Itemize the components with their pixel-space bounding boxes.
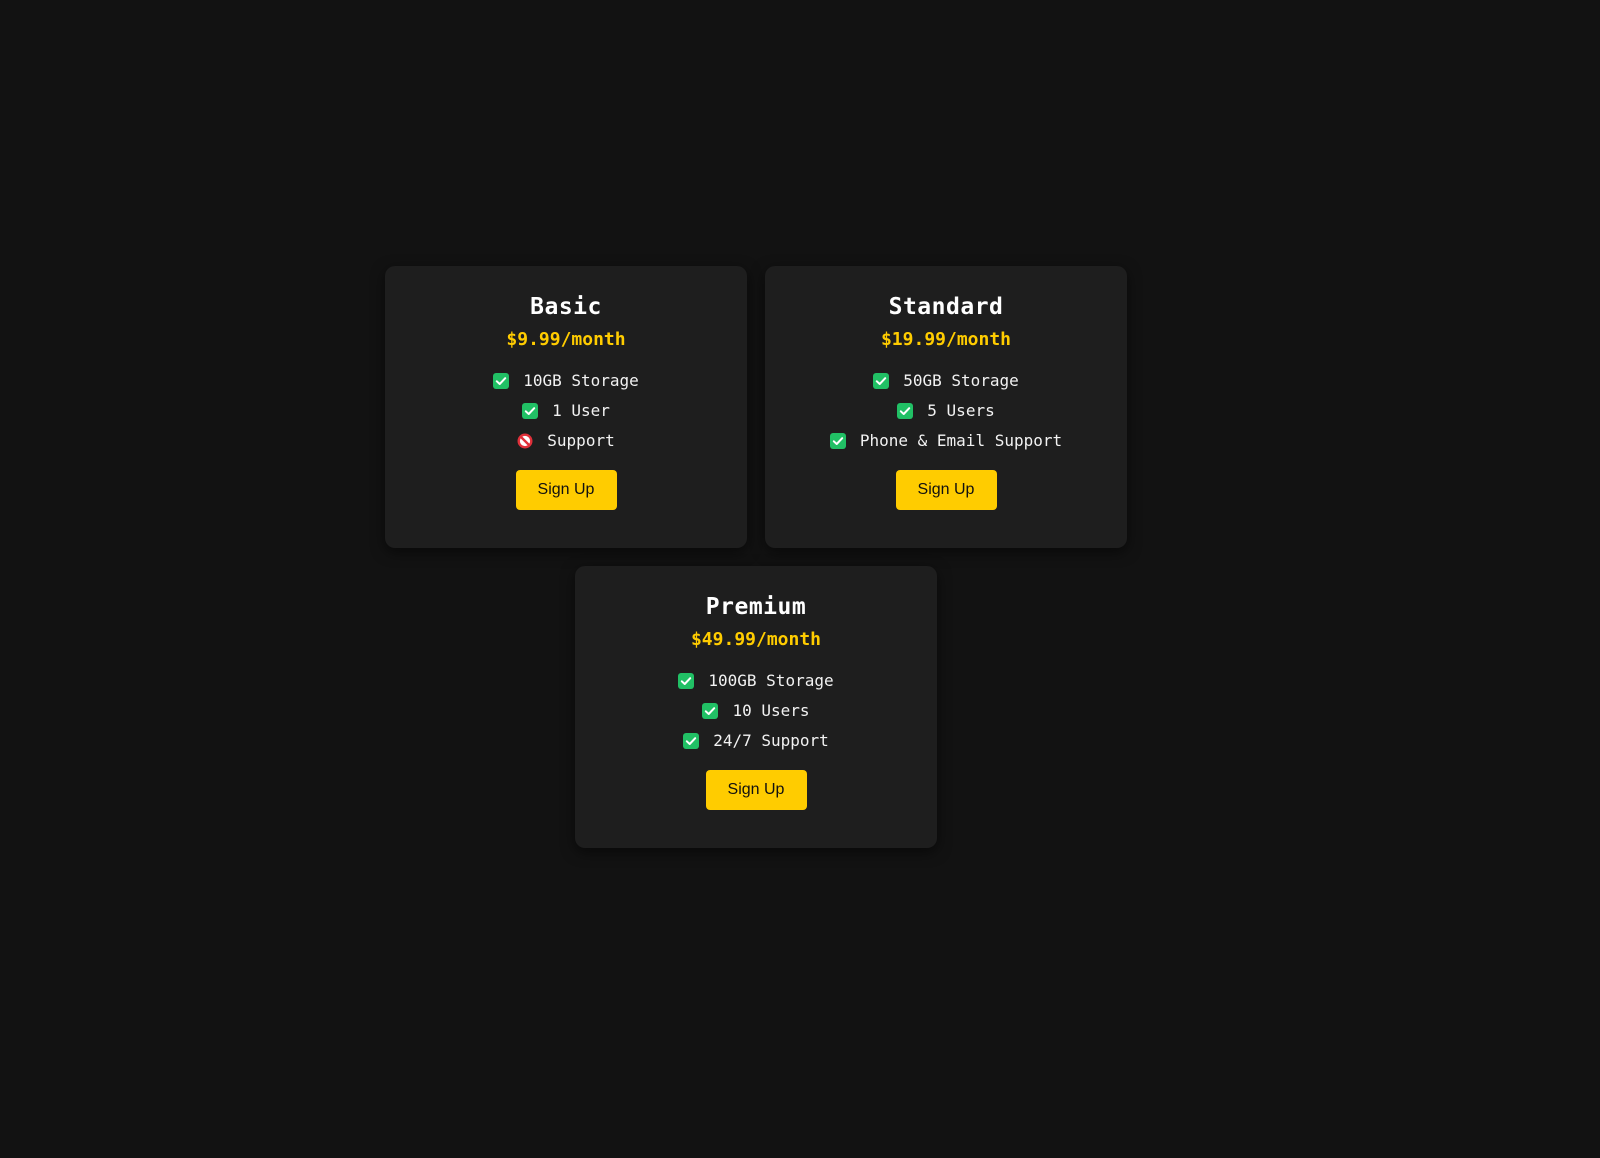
feature-item: 50GB Storage bbox=[765, 366, 1127, 396]
check-icon bbox=[873, 373, 890, 389]
plan-price: $9.99/month bbox=[506, 329, 626, 350]
feature-text: 50GB Storage bbox=[903, 371, 1019, 390]
plan-card-basic: Basic $9.99/month 10GB Storage 1 User Su… bbox=[385, 266, 747, 548]
feature-text: Support bbox=[547, 431, 615, 450]
feature-list: 50GB Storage 5 Users Phone & Email Suppo… bbox=[765, 366, 1127, 456]
feature-item: 10 Users bbox=[575, 696, 937, 726]
feature-item: 10GB Storage bbox=[385, 366, 747, 396]
plan-price: $19.99/month bbox=[880, 329, 1012, 350]
pricing-plans: Basic $9.99/month 10GB Storage 1 User Su… bbox=[385, 266, 1127, 848]
feature-list: 10GB Storage 1 User Support bbox=[385, 366, 747, 456]
feature-list: 100GB Storage 10 Users 24/7 Support bbox=[575, 666, 937, 756]
feature-text: 5 Users bbox=[927, 401, 995, 420]
plan-title: Basic bbox=[530, 294, 602, 320]
plan-title: Premium bbox=[705, 594, 807, 620]
feature-item: Phone & Email Support bbox=[765, 426, 1127, 456]
feature-text: 10GB Storage bbox=[523, 371, 639, 390]
check-icon bbox=[522, 403, 539, 419]
feature-text: 10 Users bbox=[732, 701, 810, 720]
check-icon bbox=[829, 433, 846, 449]
plan-card-premium: Premium $49.99/month 100GB Storage 10 Us… bbox=[575, 566, 937, 848]
plan-card-standard: Standard $19.99/month 50GB Storage 5 Use… bbox=[765, 266, 1127, 548]
check-icon bbox=[897, 403, 914, 419]
sign-up-button[interactable]: Sign Up bbox=[705, 770, 807, 810]
feature-text: Phone & Email Support bbox=[859, 431, 1063, 450]
feature-text: 100GB Storage bbox=[708, 671, 834, 690]
check-icon bbox=[493, 373, 510, 389]
check-icon bbox=[678, 673, 695, 689]
feature-item: Support bbox=[385, 426, 747, 456]
plan-title: Standard bbox=[888, 294, 1004, 320]
feature-text: 1 User bbox=[552, 401, 610, 420]
prohibited-icon bbox=[517, 433, 533, 449]
feature-item: 24/7 Support bbox=[575, 726, 937, 756]
feature-item: 5 Users bbox=[765, 396, 1127, 426]
check-icon bbox=[702, 703, 719, 719]
sign-up-button[interactable]: Sign Up bbox=[515, 470, 617, 510]
sign-up-button[interactable]: Sign Up bbox=[895, 470, 997, 510]
feature-item: 1 User bbox=[385, 396, 747, 426]
feature-item: 100GB Storage bbox=[575, 666, 937, 696]
check-icon bbox=[683, 733, 700, 749]
feature-text: 24/7 Support bbox=[713, 731, 829, 750]
plan-price: $49.99/month bbox=[690, 629, 822, 650]
